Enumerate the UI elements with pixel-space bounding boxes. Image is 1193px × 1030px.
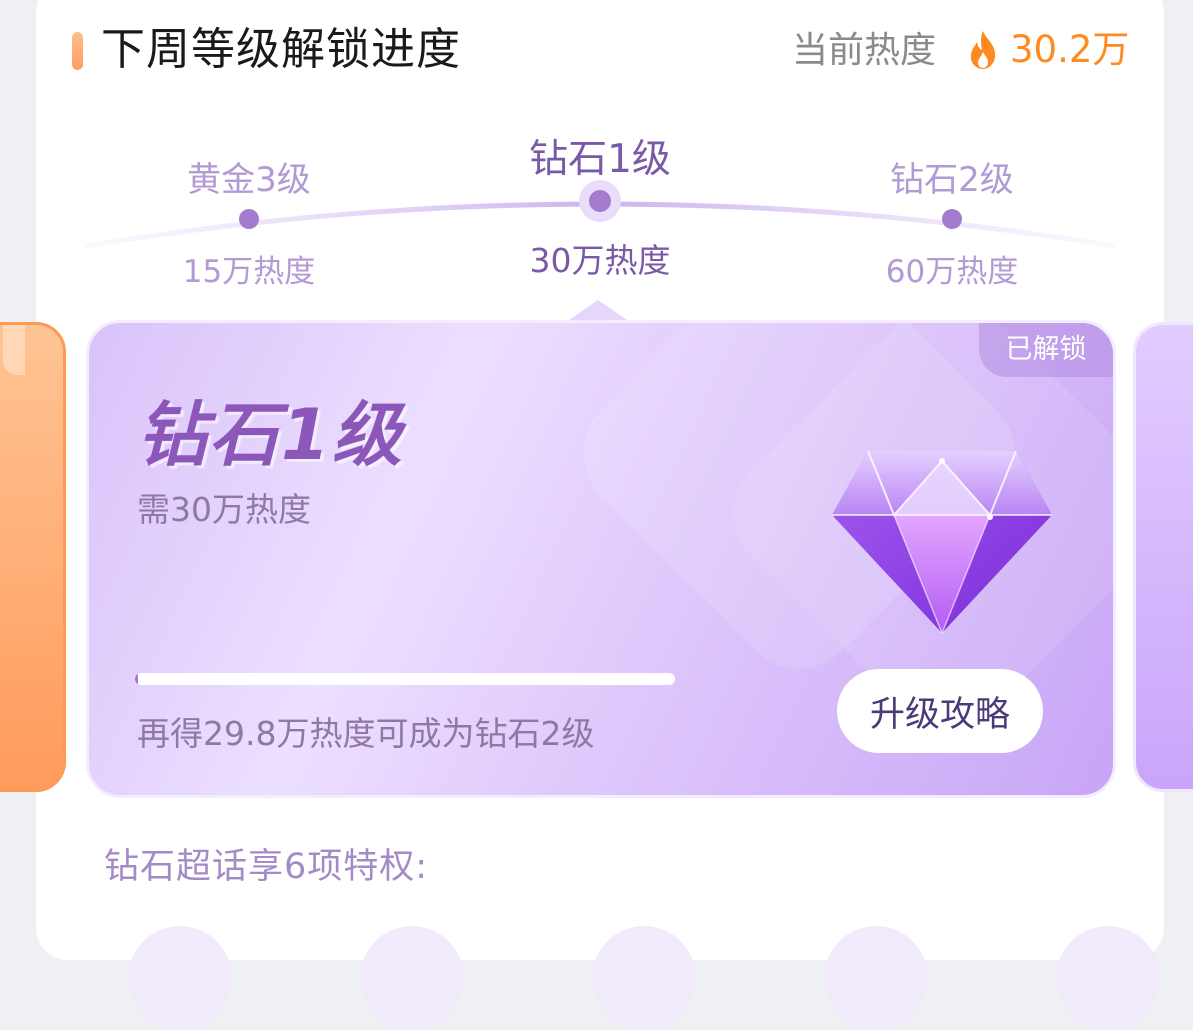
timeline-level-heat: 15万热度 [182, 254, 316, 290]
timeline-level-name[interactable]: 黄金3级 [187, 152, 311, 201]
timeline-node[interactable] [239, 209, 259, 229]
timeline-node-current[interactable] [589, 190, 611, 212]
upgrade-progress-hint: 再得29.8万热度可成为钻石2级 [137, 714, 595, 753]
level-card[interactable]: 已解锁 钻石1级 需30万热度 再得29.8万热度可成为钻石2级 升级攻略 [86, 320, 1116, 798]
timeline-level-heat: 60万热度 [885, 254, 1019, 290]
page-title: 下周等级解锁进度 [101, 24, 461, 75]
privileges-title: 钻石超话享6项特权: [104, 847, 429, 887]
privilege-icon[interactable] [592, 926, 696, 1030]
privilege-icon[interactable] [128, 926, 232, 1030]
card-pointer [566, 300, 630, 322]
upgrade-guide-button[interactable]: 升级攻略 [837, 669, 1043, 753]
header-accent-bar [72, 32, 83, 70]
unlocked-badge: 已解锁 [979, 323, 1113, 377]
fire-icon [970, 31, 996, 69]
timeline-node[interactable] [942, 209, 962, 229]
timeline-level-heat-current: 30万热度 [529, 241, 671, 280]
upgrade-progress-fill [135, 673, 138, 685]
privilege-icon[interactable] [1056, 926, 1160, 1030]
card-level-title: 钻石1级 [137, 394, 404, 476]
timeline-level-name[interactable]: 钻石2级 [890, 152, 1014, 201]
previous-card-badge [3, 325, 25, 375]
diamond-icon [832, 450, 1052, 634]
card-requirement: 需30万热度 [137, 490, 311, 529]
current-heat-label: 当前热度 [792, 30, 937, 71]
current-heat-value: 30.2万 [1010, 28, 1130, 71]
privilege-icon[interactable] [360, 926, 464, 1030]
upgrade-progress-bar [135, 673, 675, 685]
privilege-icon[interactable] [824, 926, 928, 1030]
previous-level-card[interactable] [0, 322, 66, 792]
next-level-card[interactable] [1133, 322, 1193, 792]
timeline-level-name-current[interactable]: 钻石1级 [529, 128, 671, 184]
